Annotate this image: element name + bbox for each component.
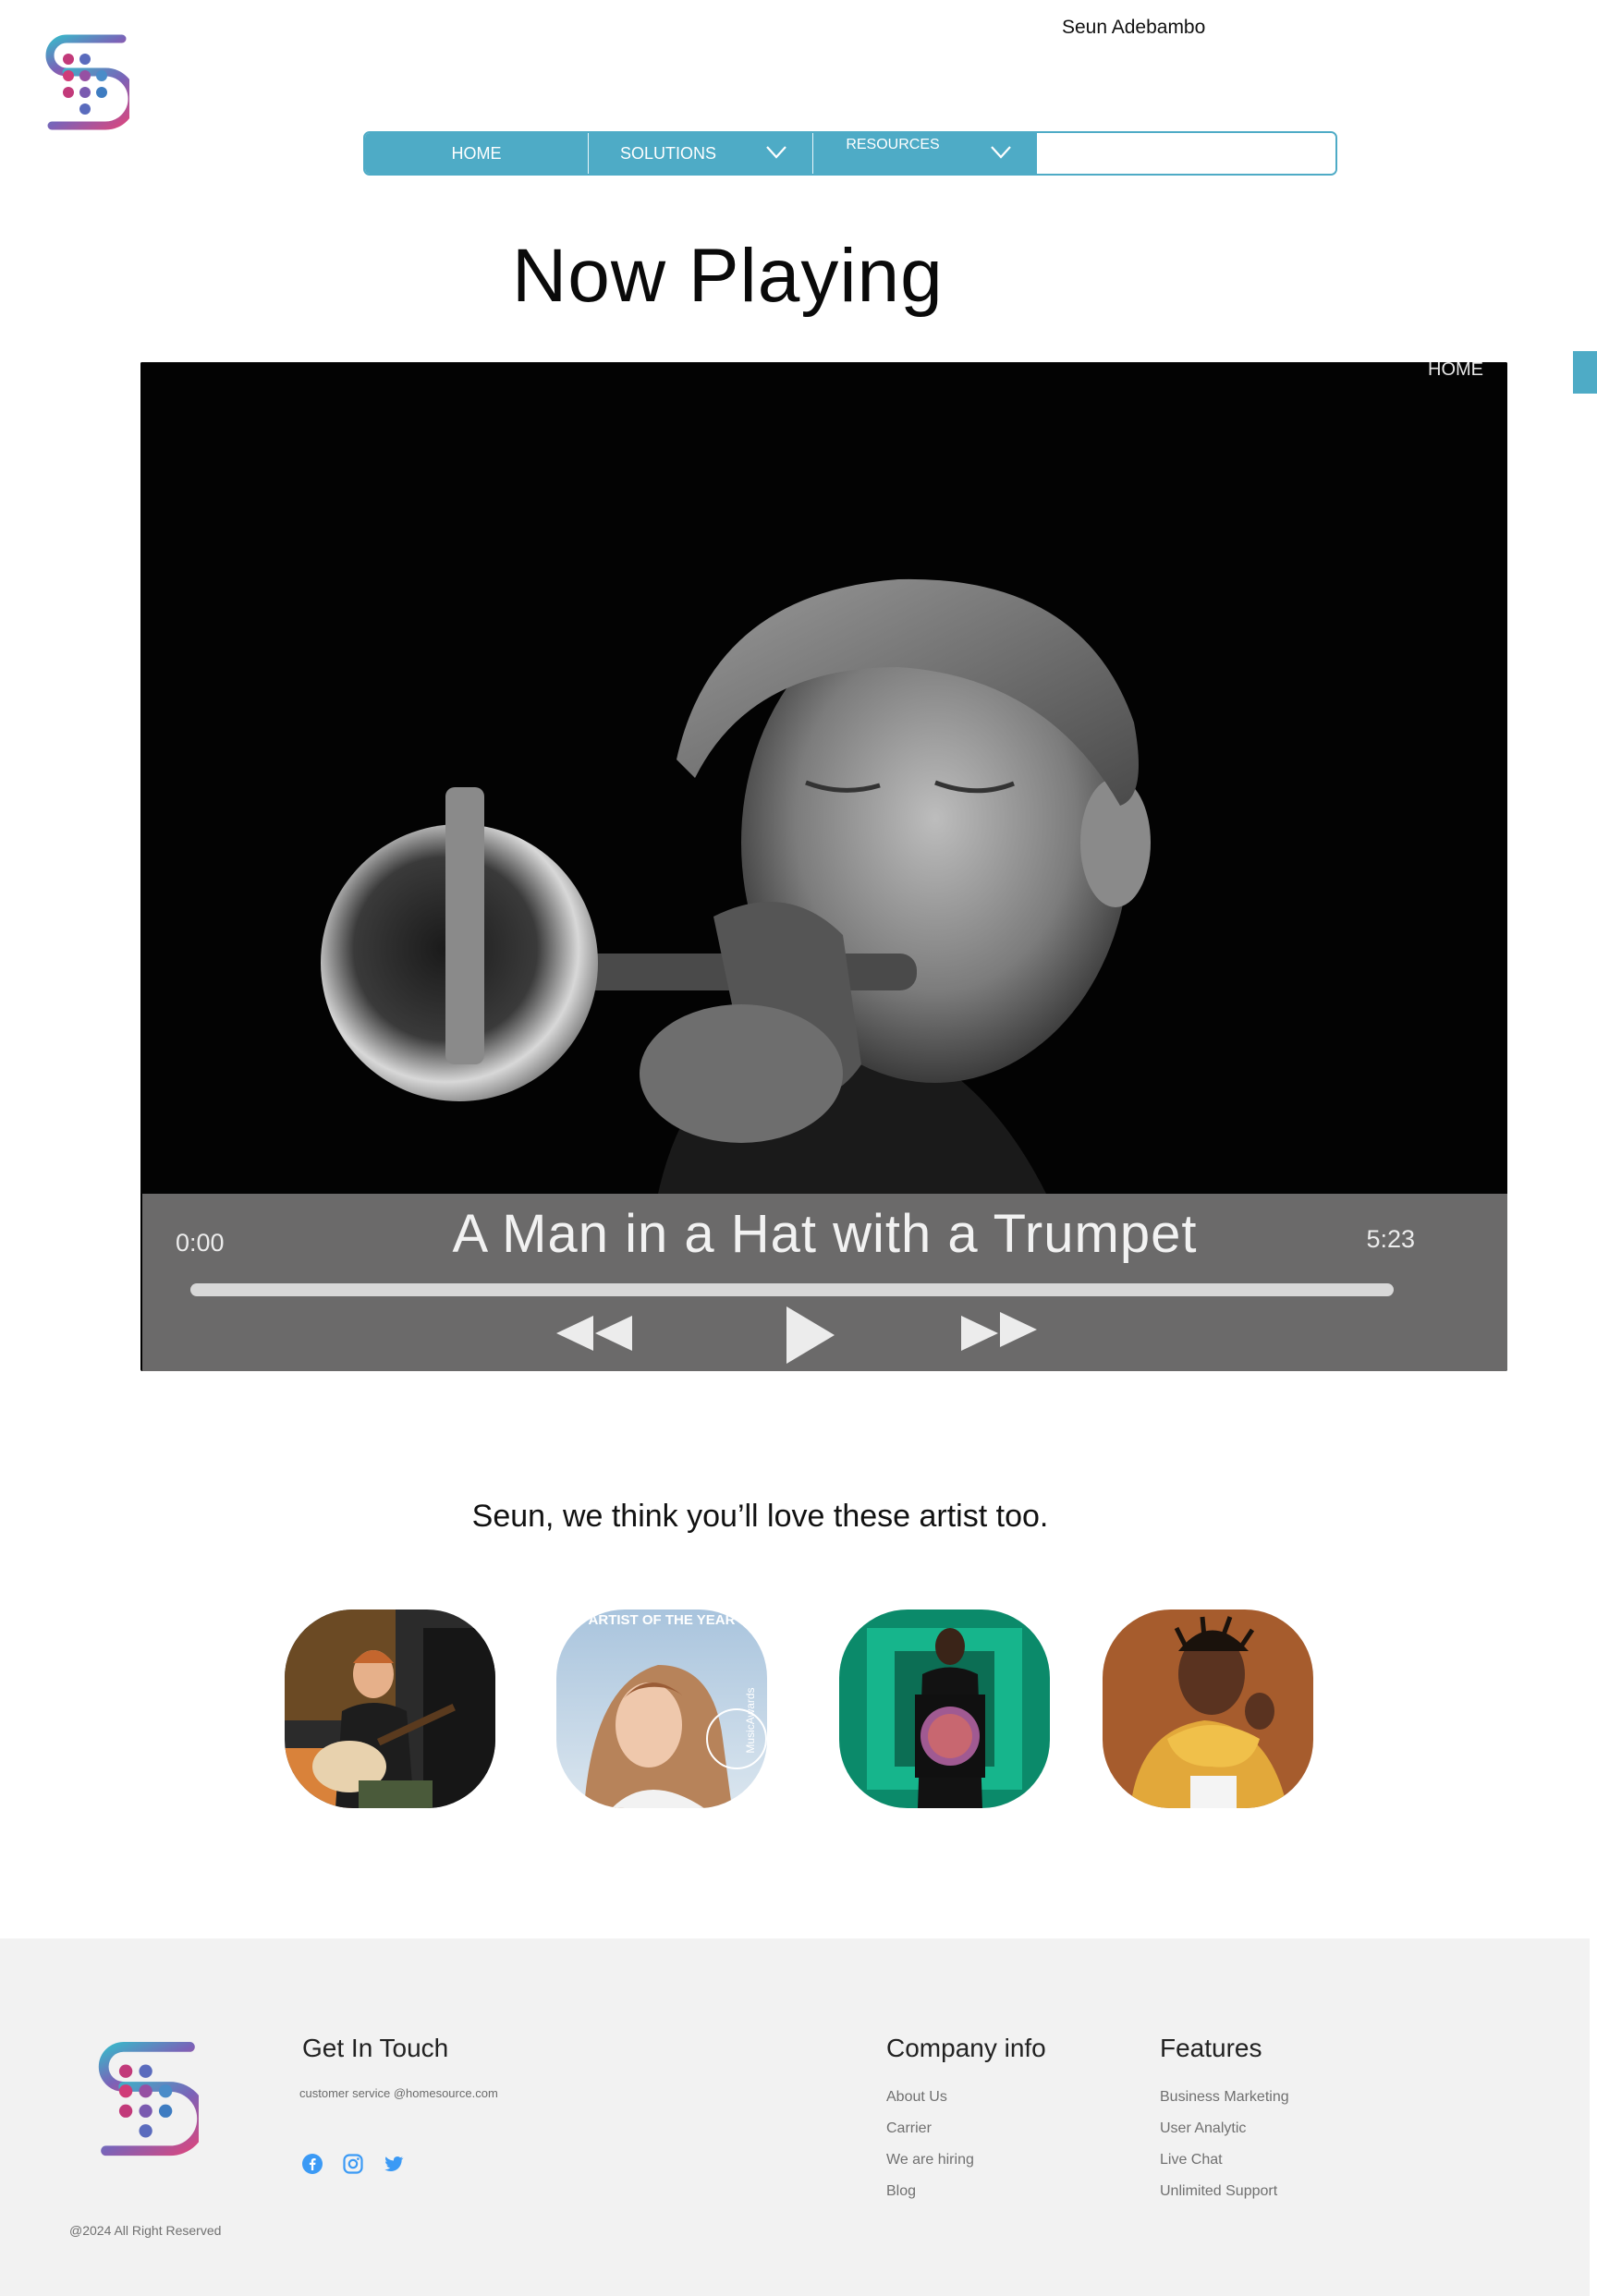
facebook-icon[interactable] [301,2153,323,2175]
artist-side-text: MusicAwards [744,1687,757,1753]
search-input[interactable] [1037,133,1335,174]
player-controls: 0:00 A Man in a Hat with a Trumpet 5:23 [142,1194,1507,1371]
artist-card-1[interactable] [285,1610,495,1808]
get-in-touch-title: Get In Touch [302,2034,449,2062]
link-we-are-hiring[interactable]: We are hiring [886,2151,974,2182]
link-unlimited-support[interactable]: Unlimited Support [1160,2182,1289,2214]
artist-guitarist-photo [285,1610,495,1808]
artist-card-2[interactable]: ARTIST OF THE YEAR MusicAwards [556,1610,767,1808]
twitter-icon[interactable] [383,2153,405,2175]
link-user-analytic[interactable]: User Analytic [1160,2120,1289,2151]
chevron-down-icon [766,146,786,159]
link-live-chat[interactable]: Live Chat [1160,2151,1289,2182]
artist-green-room-photo [839,1610,1050,1808]
progress-bar[interactable] [190,1283,1394,1296]
instagram-icon[interactable] [342,2153,364,2175]
user-name[interactable]: Seun Adebambo [1062,17,1205,39]
artist-badge-text: ARTIST OF THE YEAR [589,1612,736,1628]
footer: Get In Touch customer service @homesourc… [0,1938,1590,2296]
track-title: A Man in a Hat with a Trumpet [452,1204,1198,1264]
link-blog[interactable]: Blog [886,2182,974,2214]
nav-resources[interactable]: RESOURCES [813,133,1037,174]
nav-home[interactable]: HOME [365,133,589,174]
total-time: 5:23 [1366,1225,1415,1253]
main-nav: HOME SOLUTIONS RESOURCES [363,131,1337,176]
video-player[interactable]: HOME 0:00 A Man in a Hat with a Trumpet … [140,362,1507,1371]
side-tab[interactable] [1573,351,1597,394]
company-links: About Us Carrier We are hiring Blog [886,2088,974,2214]
artist-of-the-year-photo: ARTIST OF THE YEAR MusicAwards [556,1610,767,1808]
link-carrier[interactable]: Carrier [886,2120,974,2151]
now-playing-artwork [140,362,1507,1194]
player-home-link[interactable]: HOME [1428,362,1483,381]
link-business-marketing[interactable]: Business Marketing [1160,2088,1289,2120]
artist-card-4[interactable] [1103,1610,1313,1808]
footer-brand-logo[interactable] [97,2040,207,2162]
page-title: Now Playing [512,234,944,318]
artist-card-3[interactable] [839,1610,1050,1808]
link-about-us[interactable]: About Us [886,2088,974,2120]
rewind-icon[interactable] [551,1305,636,1362]
brand-logo[interactable] [44,33,137,135]
play-icon[interactable] [781,1303,838,1367]
recommendations-heading: Seun, we think you’ll love these artist … [471,1499,1049,1534]
social-links [301,2153,405,2175]
chevron-down-icon [991,146,1011,159]
company-info-title: Company info [886,2034,1046,2062]
contact-email[interactable]: customer service @homesource.com [299,2086,498,2100]
features-title: Features [1160,2034,1262,2062]
nav-solutions[interactable]: SOLUTIONS [589,133,813,174]
nav-resources-label: RESOURCES [846,137,940,152]
artist-yellow-jacket-photo [1103,1610,1313,1808]
fast-forward-icon[interactable] [957,1305,1042,1362]
copyright: @2024 All Right Reserved [69,2223,222,2238]
nav-solutions-label: SOLUTIONS [619,143,717,163]
feature-links: Business Marketing User Analytic Live Ch… [1160,2088,1289,2214]
